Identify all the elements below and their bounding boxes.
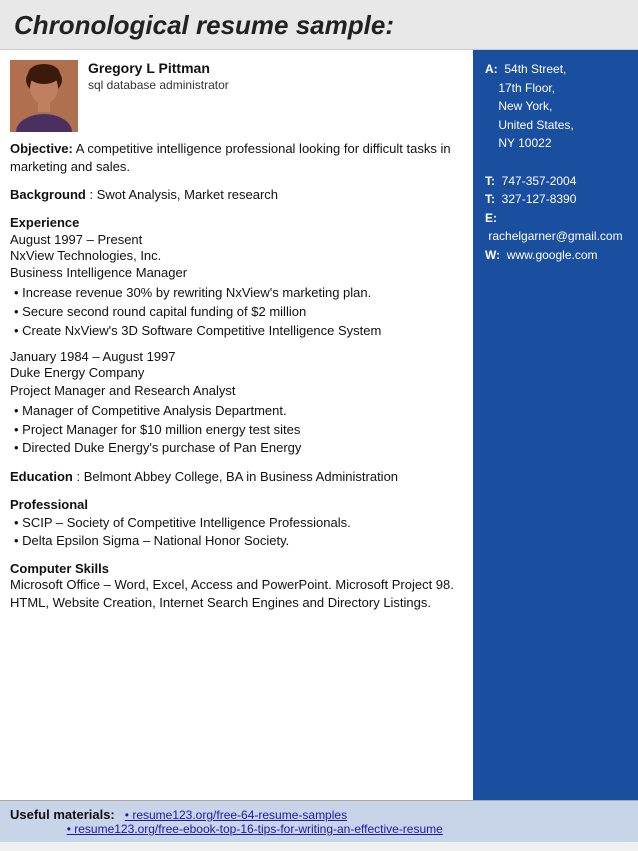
profile-name: Gregory L Pittman [88, 60, 229, 76]
education-label: Education [10, 469, 73, 484]
resume-sidebar: A: 54th Street, 17th Floor, New York, Un… [473, 50, 638, 800]
job-2-bullet-3: • Directed Duke Energy's purchase of Pan… [14, 439, 459, 458]
job-2-bullet-2: • Project Manager for $10 million energy… [14, 421, 459, 440]
job-1-company: NxView Technologies, Inc. [10, 247, 459, 266]
profile-row: Gregory L Pittman sql database administr… [10, 60, 459, 132]
objective-section: Objective: A competitive intelligence pr… [10, 140, 459, 176]
experience-heading: Experience [10, 215, 459, 230]
job-2-date: January 1984 – August 1997 [10, 349, 459, 364]
objective-label: Objective: [10, 141, 73, 156]
job-1-bullet-2: • Secure second round capital funding of… [14, 303, 459, 322]
job-1-bullet-3: • Create NxView's 3D Software Competitiv… [14, 322, 459, 341]
web: www.google.com [507, 248, 598, 262]
web-label: W: [485, 248, 500, 262]
prof-bullet-2: • Delta Epsilon Sigma – National Honor S… [14, 532, 459, 551]
background-text: : Swot Analysis, Market research [89, 187, 278, 202]
profile-title: sql database administrator [88, 78, 229, 92]
footer-label: Useful materials: [10, 807, 115, 822]
profile-info: Gregory L Pittman sql database administr… [88, 60, 229, 92]
computer-skills-text: Microsoft Office – Word, Excel, Access a… [10, 577, 454, 610]
experience-section: Experience August 1997 – Present NxView … [10, 215, 459, 459]
computer-skills-section: Computer Skills Microsoft Office – Word,… [10, 561, 459, 612]
job-1: August 1997 – Present NxView Technologie… [10, 232, 459, 341]
profile-photo-placeholder [10, 60, 78, 132]
resume-left: Gregory L Pittman sql database administr… [0, 50, 473, 800]
footer-link-2[interactable]: • resume123.org/free-ebook-top-16-tips-f… [67, 822, 443, 836]
job-1-date: August 1997 – Present [10, 232, 459, 247]
education-section: Education : Belmont Abbey College, BA in… [10, 468, 459, 486]
email-label: E: [485, 211, 497, 225]
objective-text: A competitive intelligence professional … [10, 141, 451, 174]
background-label: Background [10, 187, 86, 202]
prof-bullet-1: • SCIP – Society of Competitive Intellig… [14, 514, 459, 533]
profile-photo [10, 60, 78, 132]
content-area: Gregory L Pittman sql database administr… [0, 50, 638, 800]
phone2-label: T: [485, 192, 495, 206]
email: rachelgarner@gmail.com [488, 229, 622, 243]
address-label: A: [485, 62, 498, 76]
job-2-company: Duke Energy Company [10, 364, 459, 383]
page-header: Chronological resume sample: [0, 0, 638, 50]
page-footer: Useful materials: • resume123.org/free-6… [0, 800, 638, 842]
job-2-role: Project Manager and Research Analyst [10, 383, 459, 398]
background-section: Background : Swot Analysis, Market resea… [10, 186, 459, 204]
education-text: : Belmont Abbey College, BA in Business … [76, 469, 398, 484]
phone1-label: T: [485, 174, 495, 188]
phone1: 747-357-2004 [502, 174, 577, 188]
page-title: Chronological resume sample: [14, 10, 624, 41]
job-1-role: Business Intelligence Manager [10, 265, 459, 280]
professional-heading: Professional [10, 497, 459, 512]
professional-section: Professional • SCIP – Society of Competi… [10, 497, 459, 552]
sidebar-contact: A: 54th Street, 17th Floor, New York, Un… [485, 60, 628, 265]
page-wrapper: Chronological resume sample: [0, 0, 638, 842]
footer-link-1[interactable]: • resume123.org/free-64-resume-samples [125, 808, 347, 822]
profile-silhouette [10, 60, 78, 132]
job-2-bullet-1: • Manager of Competitive Analysis Depart… [14, 402, 459, 421]
job-2: January 1984 – August 1997 Duke Energy C… [10, 349, 459, 458]
job-1-bullet-1: • Increase revenue 30% by rewriting NxVi… [14, 284, 459, 303]
computer-skills-label: Computer Skills [10, 561, 109, 576]
phone2: 327-127-8390 [502, 192, 577, 206]
